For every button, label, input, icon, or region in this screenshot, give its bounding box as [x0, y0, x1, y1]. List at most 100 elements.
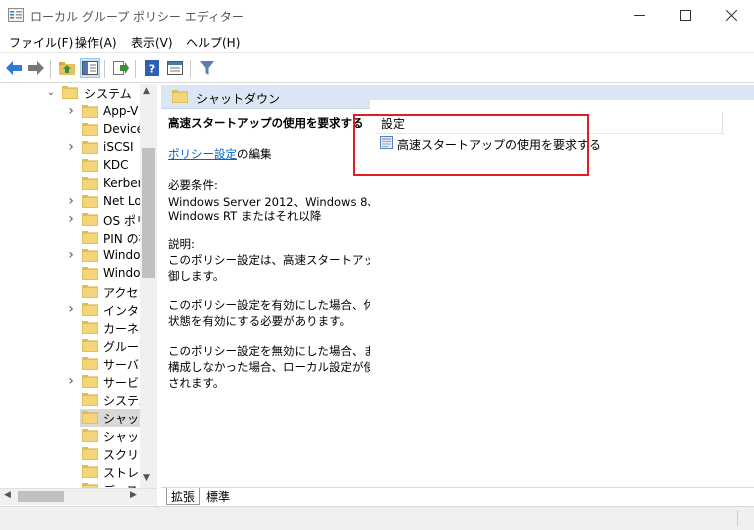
tab-extended[interactable]: 拡張 [166, 488, 201, 505]
menu-action[interactable]: 操作(A) [75, 34, 117, 51]
tree-item[interactable]: サーバー [80, 355, 151, 373]
tree-item[interactable]: › OS ポリ [68, 211, 148, 229]
explanation-label: 説明: [168, 237, 195, 251]
tree-item[interactable]: Windo [80, 265, 141, 283]
folder-icon [82, 249, 98, 262]
tree-item-label: Windo [103, 248, 141, 262]
explanation-line: 御します。 [168, 269, 225, 283]
details-header-title: シャットダウン [196, 92, 281, 106]
window-title: ローカル グループ ポリシー エディター [30, 10, 244, 24]
folder-icon [82, 375, 98, 388]
tree-item[interactable]: ストレー [80, 463, 151, 481]
tree-item-label: KDC [103, 158, 129, 172]
tree-item[interactable]: アクセス [80, 283, 150, 301]
svg-text:?: ? [149, 63, 155, 76]
folder-icon [82, 447, 98, 460]
toolbar-separator [104, 60, 105, 78]
export-list-button[interactable] [111, 58, 131, 78]
back-button[interactable] [4, 58, 24, 78]
tree-panel-icon [82, 61, 98, 75]
forward-arrow-icon [28, 61, 44, 75]
chevron-right-icon[interactable]: › [66, 193, 76, 209]
tree-item[interactable]: Kerber [80, 175, 143, 193]
folder-icon [82, 357, 98, 370]
tree-item[interactable]: グループ [80, 337, 150, 355]
column-divider[interactable] [722, 112, 723, 134]
edit-suffix: の編集 [237, 147, 272, 161]
folder-icon [82, 159, 98, 172]
navigation-tree[interactable]: ⌄ システム › App-V Device › iSCSI KDC Kerber › Net L… [0, 84, 157, 506]
chevron-right-icon[interactable]: › [66, 373, 76, 389]
chevron-right-icon[interactable]: › [66, 103, 76, 119]
properties-button[interactable] [165, 58, 185, 78]
show-hide-tree-button[interactable] [80, 58, 100, 78]
tree-item-label: Windo [103, 266, 141, 280]
status-divider [737, 510, 738, 526]
chevron-right-icon[interactable]: › [66, 139, 76, 155]
folder-icon [82, 465, 98, 478]
tree-item-label: Device [103, 122, 145, 136]
tree-scroll-thumb[interactable] [142, 148, 155, 278]
tree-item[interactable]: スクリプ [80, 445, 151, 463]
tree-item[interactable]: › Windo [68, 247, 141, 265]
disabled-line: されます。 [168, 376, 225, 390]
chevron-right-icon[interactable]: › [66, 301, 76, 317]
tree-item[interactable]: PIN の複 [80, 229, 151, 247]
tree-item[interactable]: › App-V [68, 103, 140, 121]
tree-item[interactable]: › Net Lo [68, 193, 142, 211]
tree-item-label: iSCSI [103, 140, 134, 154]
highlight-box [353, 114, 589, 176]
tree-hscroll-thumb[interactable] [18, 491, 64, 502]
tree-item-system[interactable]: ⌄ システム [0, 84, 140, 102]
edit-policy-link[interactable]: ポリシー設定 [168, 147, 237, 161]
menu-help[interactable]: ヘルプ(H) [186, 34, 240, 51]
folder-icon [82, 429, 98, 442]
tree-item[interactable]: › サービス [68, 373, 151, 391]
chevron-right-icon[interactable]: › [66, 247, 76, 263]
toolbar-separator [135, 60, 136, 78]
tree-item[interactable]: カーネル [80, 319, 151, 337]
tree-item-label: Net Lo [103, 194, 142, 208]
folder-icon [82, 231, 98, 244]
tree-item[interactable]: Device [80, 121, 144, 139]
folder-icon [82, 285, 98, 298]
tree-item[interactable]: › インター [68, 301, 151, 319]
enabled-line: このポリシー設定を有効にした場合、休止 [168, 298, 387, 312]
up-folder-button[interactable] [57, 58, 77, 78]
folder-icon [82, 267, 98, 280]
close-icon [725, 10, 737, 21]
status-bar [0, 506, 754, 530]
tab-standard[interactable]: 標準 [202, 488, 234, 505]
help-button[interactable]: ? [142, 58, 162, 78]
close-button[interactable] [708, 0, 754, 31]
tree-item[interactable]: › iSCSI [68, 139, 140, 157]
tree-item-label: Kerber [103, 176, 143, 190]
chevron-down-icon[interactable]: ⌄ [46, 85, 56, 99]
folder-icon [82, 393, 98, 406]
filter-button[interactable] [197, 58, 217, 78]
maximize-button[interactable] [662, 0, 708, 31]
scroll-down-icon[interactable]: ▼ [143, 473, 150, 483]
tree-item[interactable]: シャット [80, 427, 151, 445]
disabled-line: このポリシー設定を無効にした場合、または [168, 344, 398, 358]
minimize-button[interactable] [616, 0, 662, 31]
chevron-right-icon[interactable]: › [66, 211, 76, 227]
back-arrow-icon [6, 61, 22, 75]
scroll-left-icon[interactable]: ◀ [4, 490, 11, 500]
scroll-right-icon[interactable]: ▶ [130, 490, 137, 500]
requirements-line: Windows RT またはそれ以降 [168, 209, 322, 223]
tree-item[interactable]: システム [80, 391, 151, 409]
menu-file[interactable]: ファイル(F) [9, 34, 73, 51]
tree-item[interactable]: KDC [80, 157, 140, 175]
menu-view[interactable]: 表示(V) [131, 34, 173, 51]
tree-vertical-scrollbar[interactable] [140, 84, 157, 488]
folder-icon [82, 141, 98, 154]
scroll-up-icon[interactable]: ▲ [143, 86, 150, 96]
edit-policy-line: ポリシー設定の編集 [168, 146, 272, 163]
forward-button[interactable] [26, 58, 46, 78]
minimize-icon [633, 15, 645, 16]
tree-item[interactable]: シャット [80, 409, 151, 427]
export-icon [113, 61, 129, 75]
folder-icon [82, 105, 98, 118]
policy-title: 高速スタートアップの使用を要求する [168, 116, 364, 130]
